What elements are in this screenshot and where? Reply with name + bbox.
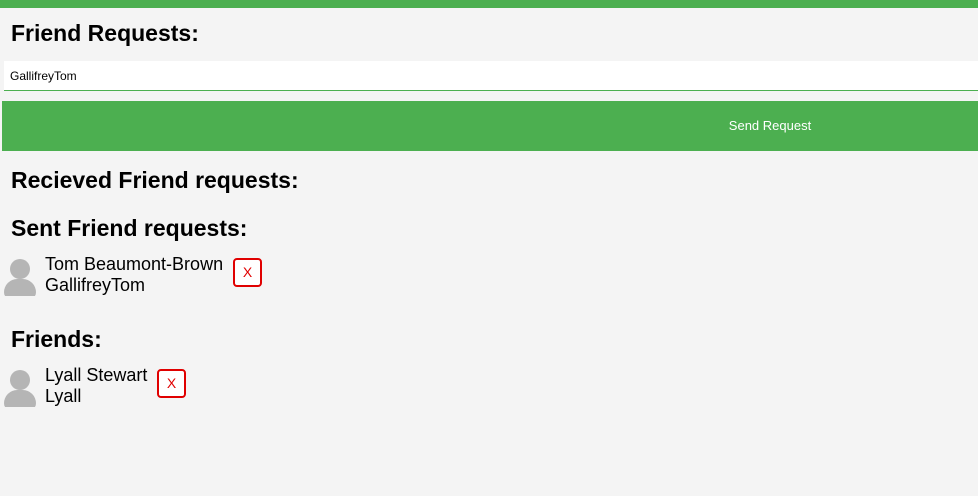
send-request-button[interactable]: Send Request [2,101,978,151]
top-accent-bar [0,0,978,8]
friend-requests-title: Friend Requests: [11,20,199,46]
received-requests-title: Recieved Friend requests: [11,167,299,193]
friends-title: Friends: [11,326,102,352]
sent-requests-title: Sent Friend requests: [11,215,248,241]
sent-request-item: Tom Beaumont-Brown GallifreyTom X [1,254,271,298]
friend-username: Lyall [45,386,82,406]
avatar-head [10,370,30,390]
sent-request-username: GallifreyTom [45,275,146,295]
friend-item: Lyall Stewart Lyall X [1,365,201,409]
avatar-head [10,259,30,279]
cancel-sent-request-button[interactable]: X [233,258,262,287]
avatar-icon [1,254,39,296]
remove-friend-button[interactable]: X [157,369,186,398]
avatar-body [4,390,36,407]
avatar-body [4,279,36,296]
send-request-label: Send Request [728,118,812,133]
friend-name: Lyall Stewart [45,365,148,385]
avatar-icon [1,365,39,407]
sent-request-name: Tom Beaumont-Brown [45,254,224,274]
username-input[interactable] [4,61,978,91]
